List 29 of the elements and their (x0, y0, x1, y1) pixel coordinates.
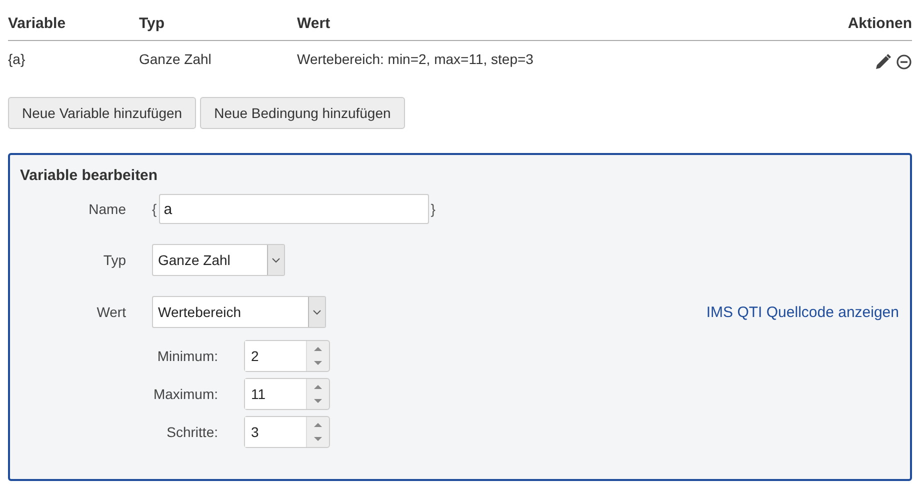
field-label: Maximum: (152, 386, 218, 402)
remove-icon[interactable] (896, 54, 912, 70)
table-cell: Wertebereich: min=2, max=11, step=3 (297, 51, 534, 67)
brace-text: } (430, 201, 436, 218)
panel-title: Variable bearbeiten (20, 167, 159, 184)
brace-text: { (152, 201, 157, 218)
number-field[interactable]: 11 (244, 378, 330, 410)
column-header: Aktionen (848, 15, 912, 32)
field-label: Wert (96, 304, 126, 320)
table-cell: Ganze Zahl (139, 51, 212, 67)
number-field[interactable]: 2 (244, 340, 330, 372)
add-button[interactable]: Neue Bedingung hinzufügen (200, 97, 405, 130)
pencil-icon[interactable] (874, 53, 892, 72)
name-field[interactable]: a (158, 194, 429, 224)
column-header: Typ (139, 15, 165, 32)
source-link[interactable]: IMS QTI Quellcode anzeigen (706, 304, 900, 321)
field-label: Typ (102, 252, 126, 268)
add-button[interactable]: Neue Variable hinzufügen (8, 97, 196, 130)
caret-icon (267, 245, 284, 276)
field-label: Schritte: (166, 424, 218, 440)
table-cell: {a} (8, 51, 26, 67)
caret-icon (308, 297, 325, 328)
dropdown[interactable]: Wertebereich (152, 296, 326, 328)
number-field[interactable]: 3 (244, 416, 330, 448)
field-label: Name (88, 201, 126, 218)
field-label: Minimum: (156, 348, 218, 364)
column-header: Wert (297, 15, 330, 32)
column-header: Variable (8, 15, 66, 32)
dropdown[interactable]: Ganze Zahl (152, 244, 285, 276)
